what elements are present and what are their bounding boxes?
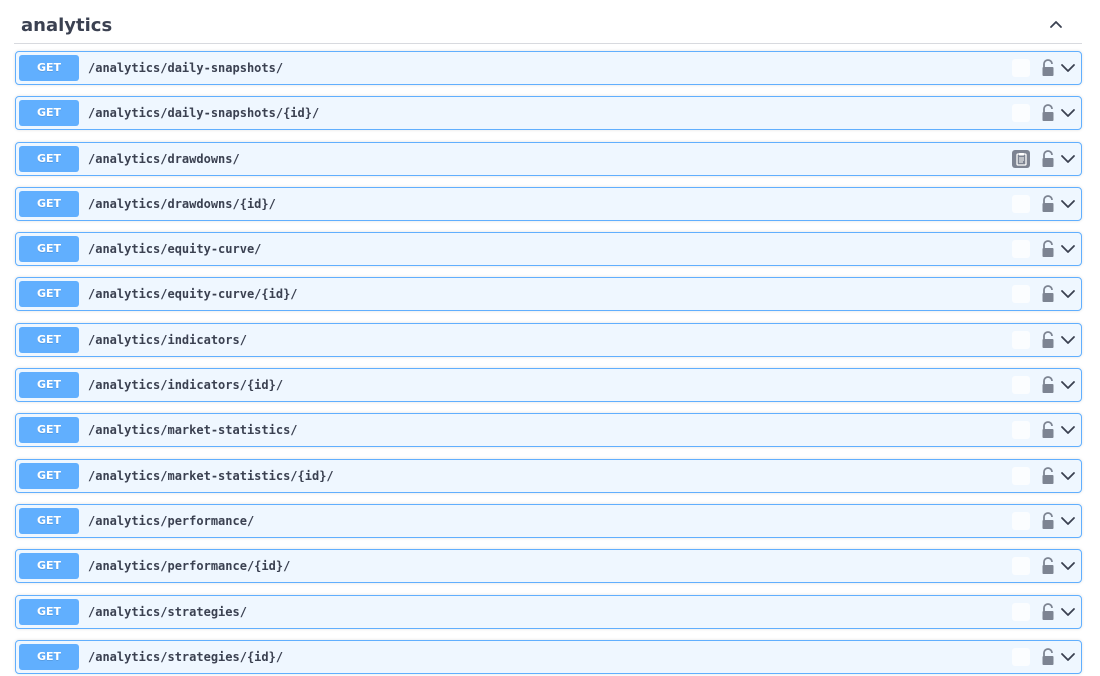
operation-row[interactable]: GET /analytics/daily-snapshots/ [15,51,1082,85]
method-badge: GET [19,643,79,670]
chevron-down-icon[interactable] [1059,286,1077,302]
clipboard-icon[interactable] [1012,466,1030,485]
chevron-down-icon[interactable] [1059,558,1077,574]
operation-path: /analytics/equity-curve/{id}/ [88,287,298,302]
method-badge: GET [19,100,79,127]
chevron-down-icon[interactable] [1059,241,1077,257]
chevron-down-icon[interactable] [1059,332,1077,348]
chevron-down-icon[interactable] [1059,468,1077,484]
clipboard-icon[interactable] [1012,421,1030,440]
lock-icon[interactable] [1040,194,1056,214]
lock-icon[interactable] [1040,58,1056,78]
lock-icon[interactable] [1040,239,1056,259]
method-badge: GET [19,553,79,580]
operation-row[interactable]: GET /analytics/daily-snapshots/{id}/ [15,96,1082,131]
operation-row[interactable]: GET /analytics/strategies/ [15,594,1082,629]
operation-row[interactable]: GET /analytics/performance/ [15,503,1082,538]
clipboard-icon[interactable] [1012,194,1030,213]
clipboard-icon[interactable] [1012,376,1030,395]
operation-path: /analytics/strategies/ [88,604,247,619]
method-badge: GET [19,507,79,534]
method-badge: GET [19,145,79,172]
operation-row[interactable]: GET /analytics/market-statistics/ [15,413,1082,448]
clipboard-icon[interactable] [1012,647,1030,666]
method-badge: GET [19,281,79,308]
clipboard-icon[interactable] [1012,59,1030,77]
chevron-down-icon[interactable] [1059,105,1077,121]
operation-row[interactable]: GET /analytics/market-statistics/{id}/ [15,458,1082,493]
chevron-down-icon[interactable] [1059,604,1077,620]
operations-list: GET /analytics/daily-snapshots/ GET /ana… [15,51,1082,676]
operation-path: /analytics/performance/{id}/ [88,559,291,574]
clipboard-icon[interactable] [1012,330,1030,349]
chevron-up-icon[interactable] [1048,16,1064,32]
lock-icon[interactable] [1040,511,1056,531]
operation-row[interactable]: GET /analytics/indicators/{id}/ [15,368,1082,403]
method-badge: GET [19,372,79,399]
method-badge: GET [19,190,79,217]
operation-row[interactable]: GET /analytics/drawdowns/ [15,141,1082,176]
operation-path: /analytics/drawdowns/ [88,151,240,166]
method-badge: GET [19,236,79,263]
operation-path: /analytics/indicators/{id}/ [88,378,284,393]
lock-icon[interactable] [1040,647,1056,667]
operation-path: /analytics/daily-snapshots/{id}/ [88,106,320,121]
method-badge: GET [19,598,79,625]
lock-icon[interactable] [1040,466,1056,486]
operation-path: /analytics/indicators/ [88,332,247,347]
operation-path: /analytics/market-statistics/ [88,423,298,438]
lock-icon[interactable] [1040,420,1056,440]
chevron-down-icon[interactable] [1059,151,1077,167]
lock-icon[interactable] [1040,149,1056,169]
chevron-down-icon[interactable] [1059,196,1077,212]
chevron-down-icon[interactable] [1059,649,1077,665]
clipboard-icon[interactable] [1012,240,1030,259]
operation-row[interactable]: GET /analytics/drawdowns/{id}/ [15,186,1082,221]
chevron-down-icon[interactable] [1059,513,1077,529]
lock-icon[interactable] [1040,556,1056,576]
lock-icon[interactable] [1040,330,1056,350]
method-badge: GET [19,417,79,444]
clipboard-icon[interactable] [1012,149,1030,168]
method-badge: GET [19,326,79,353]
chevron-down-icon[interactable] [1059,60,1077,76]
operation-row[interactable]: GET /analytics/equity-curve/ [15,232,1082,267]
operation-row[interactable]: GET /analytics/strategies/{id}/ [15,639,1082,674]
operation-path: /analytics/performance/ [88,513,255,528]
method-badge: GET [19,462,79,489]
clipboard-icon[interactable] [1012,511,1030,530]
lock-icon[interactable] [1040,284,1056,304]
section-header[interactable]: analytics [14,0,1082,44]
lock-icon[interactable] [1040,602,1056,622]
clipboard-icon[interactable] [1012,602,1030,621]
lock-icon[interactable] [1040,375,1056,395]
operation-path: /analytics/equity-curve/ [88,242,262,257]
clipboard-icon[interactable] [1012,557,1030,576]
operation-path: /analytics/drawdowns/{id}/ [88,196,276,211]
operation-row[interactable]: GET /analytics/performance/{id}/ [15,549,1082,584]
lock-icon[interactable] [1040,103,1056,123]
method-badge: GET [19,55,79,81]
operation-row[interactable]: GET /analytics/indicators/ [15,322,1082,357]
operation-path: /analytics/strategies/{id}/ [88,649,284,664]
chevron-down-icon[interactable] [1059,422,1077,438]
clipboard-icon[interactable] [1012,104,1030,123]
operation-row[interactable]: GET /analytics/equity-curve/{id}/ [15,277,1082,312]
clipboard-icon[interactable] [1012,285,1030,304]
section-title: analytics [21,15,113,36]
operation-path: /analytics/daily-snapshots/ [88,61,284,75]
chevron-down-icon[interactable] [1059,377,1077,393]
operation-path: /analytics/market-statistics/{id}/ [88,468,334,483]
